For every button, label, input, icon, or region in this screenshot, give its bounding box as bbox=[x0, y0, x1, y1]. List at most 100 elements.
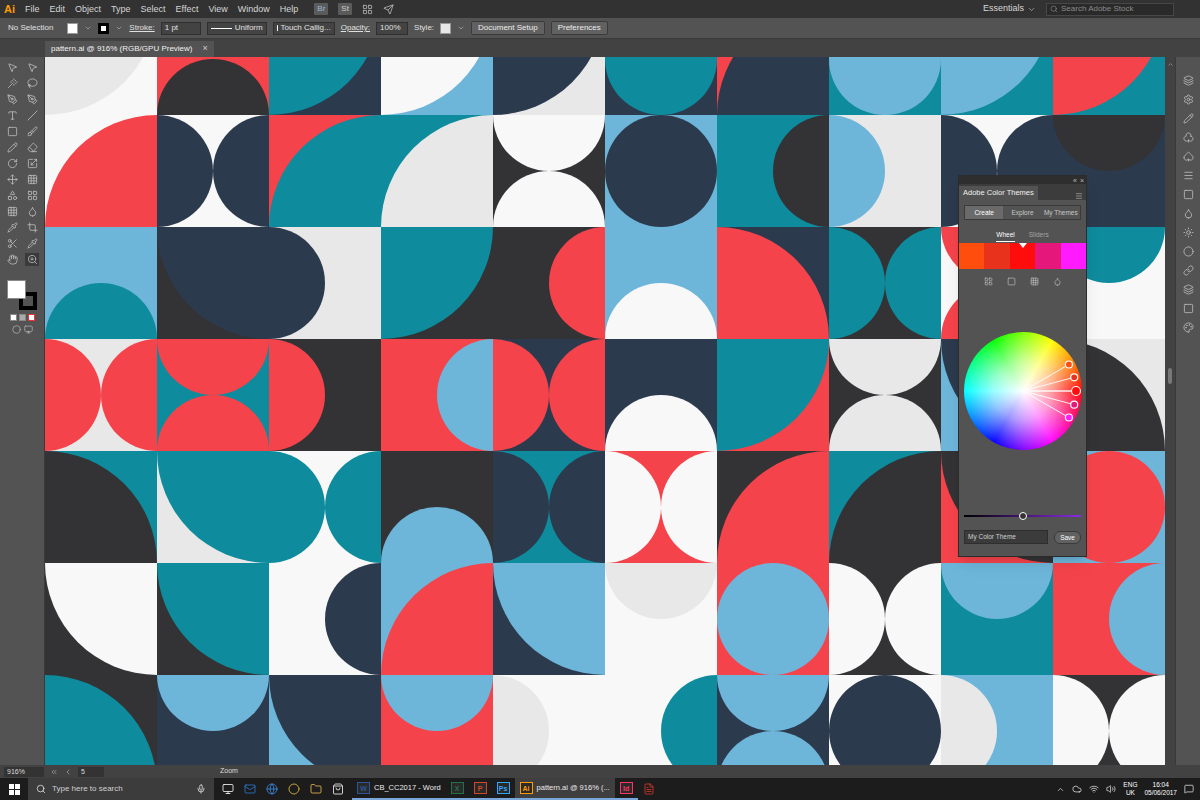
pattern-tile[interactable] bbox=[45, 675, 157, 765]
hand-tool-icon[interactable] bbox=[7, 254, 18, 265]
gpu-performance-icon[interactable] bbox=[383, 4, 394, 15]
chevron-down-icon[interactable] bbox=[1027, 5, 1036, 14]
pattern-tile[interactable] bbox=[45, 563, 157, 675]
pattern-tile[interactable] bbox=[605, 227, 717, 339]
microphone-icon[interactable] bbox=[196, 784, 206, 794]
pattern-tile[interactable] bbox=[269, 675, 381, 765]
store-icon[interactable] bbox=[332, 783, 344, 795]
transparency-icon[interactable] bbox=[1183, 189, 1194, 200]
panel-tab-button[interactable]: My Themes bbox=[1042, 206, 1080, 219]
first-artboard-icon[interactable] bbox=[50, 768, 58, 776]
pattern-tile[interactable] bbox=[157, 675, 269, 765]
clock[interactable]: 16:0405/06/2017 bbox=[1144, 781, 1177, 797]
perspective-grid-tool-icon[interactable] bbox=[27, 190, 38, 201]
search-icon[interactable] bbox=[36, 784, 46, 794]
pattern-tile[interactable] bbox=[941, 57, 1053, 115]
search-icon[interactable] bbox=[1050, 5, 1058, 13]
vertical-scrollbar[interactable] bbox=[1165, 57, 1175, 765]
none-mode-button[interactable] bbox=[28, 314, 35, 321]
pattern-tile[interactable] bbox=[605, 57, 717, 115]
wheel-handle[interactable] bbox=[1065, 414, 1072, 421]
pen-tool-icon[interactable] bbox=[7, 94, 18, 105]
taskbar-app[interactable]: Aipattern.ai @ 916% (... bbox=[515, 778, 615, 800]
pattern-tile[interactable] bbox=[381, 339, 493, 451]
pattern-tile[interactable] bbox=[1053, 675, 1165, 765]
wheel-handle[interactable] bbox=[1070, 374, 1077, 381]
draw-mode-icon[interactable] bbox=[12, 325, 21, 334]
pattern-tile[interactable] bbox=[45, 115, 157, 227]
fill-dropdown-icon[interactable] bbox=[84, 24, 92, 32]
lasso-tool-icon[interactable] bbox=[27, 78, 38, 89]
action-center-icon[interactable] bbox=[1184, 784, 1194, 794]
variable-width-profile[interactable]: Uniform bbox=[207, 22, 267, 35]
properties-icon[interactable] bbox=[1183, 94, 1194, 105]
menu-item[interactable]: File bbox=[25, 5, 40, 14]
stroke-icon[interactable] bbox=[1183, 246, 1194, 257]
gradient-tool-icon[interactable] bbox=[27, 206, 38, 217]
save-button[interactable]: Save bbox=[1054, 531, 1081, 544]
adobe-color-themes-panel[interactable]: «×Adobe Color ThemesCreateExploreMy Them… bbox=[958, 175, 1087, 557]
pattern-tile[interactable] bbox=[605, 339, 717, 451]
pattern-tile[interactable] bbox=[381, 675, 493, 765]
stroke-dropdown-icon[interactable] bbox=[115, 24, 123, 32]
wheel-handle[interactable] bbox=[1070, 401, 1077, 408]
opacity-field[interactable]: 100% bbox=[376, 22, 408, 35]
pattern-tile[interactable] bbox=[269, 339, 381, 451]
graphic-styles-icon[interactable] bbox=[1183, 151, 1194, 162]
arrange-documents-icon[interactable] bbox=[362, 4, 373, 15]
panel-tab-button[interactable]: Create bbox=[965, 206, 1003, 219]
input-language[interactable]: ENGUK bbox=[1123, 781, 1137, 797]
pattern-tile[interactable] bbox=[157, 115, 269, 227]
pattern-tile[interactable] bbox=[941, 563, 1053, 675]
close-panel-button[interactable]: × bbox=[1080, 177, 1084, 184]
pattern-tile[interactable] bbox=[45, 451, 157, 563]
wheel-handle[interactable] bbox=[1065, 361, 1072, 368]
set-active-color-icon[interactable] bbox=[1030, 277, 1039, 286]
panel-tab-button[interactable]: Explore bbox=[1003, 206, 1041, 219]
pattern-tile[interactable] bbox=[829, 563, 941, 675]
theme-swatch[interactable] bbox=[1010, 243, 1035, 269]
canvas[interactable]: «×Adobe Color ThemesCreateExploreMy Them… bbox=[45, 57, 1165, 765]
panel-tab[interactable]: Adobe Color Themes bbox=[959, 186, 1038, 200]
pattern-tile[interactable] bbox=[493, 675, 605, 765]
pattern-tile[interactable] bbox=[605, 675, 717, 765]
zoom-tool-icon[interactable] bbox=[27, 254, 38, 265]
pattern-tile[interactable] bbox=[45, 339, 157, 451]
artboards-icon[interactable] bbox=[1183, 303, 1194, 314]
free-transform-tool-icon[interactable] bbox=[27, 174, 38, 185]
graph-tool-icon[interactable] bbox=[27, 222, 38, 233]
menu-item[interactable]: Object bbox=[75, 5, 101, 14]
appearance-icon[interactable] bbox=[1183, 227, 1194, 238]
pattern-tile[interactable] bbox=[269, 451, 381, 563]
pattern-tile[interactable] bbox=[269, 227, 381, 339]
pattern-tile[interactable] bbox=[717, 227, 829, 339]
pattern-tile[interactable] bbox=[45, 227, 157, 339]
task-view-icon[interactable] bbox=[222, 783, 234, 795]
add-to-swatches-icon[interactable] bbox=[984, 277, 993, 286]
mode-tab[interactable]: Wheel bbox=[996, 230, 1014, 242]
close-tab-button[interactable]: × bbox=[203, 42, 208, 56]
pattern-tile[interactable] bbox=[717, 451, 829, 563]
pattern-tile[interactable] bbox=[381, 227, 493, 339]
outlook-icon[interactable] bbox=[244, 783, 256, 795]
line-tool-icon[interactable] bbox=[27, 110, 38, 121]
panel-menu-icon[interactable] bbox=[1075, 192, 1083, 200]
wheel-handle[interactable] bbox=[1071, 387, 1080, 396]
fill-stroke-widget[interactable] bbox=[7, 280, 37, 310]
color-themes-icon[interactable] bbox=[1183, 322, 1194, 333]
pattern-tile[interactable] bbox=[381, 451, 493, 563]
pattern-tile[interactable] bbox=[493, 57, 605, 115]
gradient-mode-button[interactable] bbox=[19, 314, 26, 321]
workspace-switcher[interactable]: Essentials bbox=[983, 2, 1036, 16]
stroke-weight-field[interactable]: 1 pt bbox=[161, 22, 201, 35]
menu-item[interactable]: Edit bbox=[50, 5, 66, 14]
pattern-tile[interactable] bbox=[829, 227, 941, 339]
magic-wand-tool-icon[interactable] bbox=[7, 78, 18, 89]
menu-item[interactable]: Select bbox=[141, 5, 166, 14]
screen-mode-icon[interactable] bbox=[24, 325, 33, 334]
bridge-button[interactable]: Br bbox=[314, 3, 328, 15]
curvature-tool-icon[interactable] bbox=[27, 94, 38, 105]
pattern-tile[interactable] bbox=[157, 563, 269, 675]
onedrive-icon[interactable] bbox=[1072, 784, 1082, 794]
pattern-tile[interactable] bbox=[269, 115, 381, 227]
